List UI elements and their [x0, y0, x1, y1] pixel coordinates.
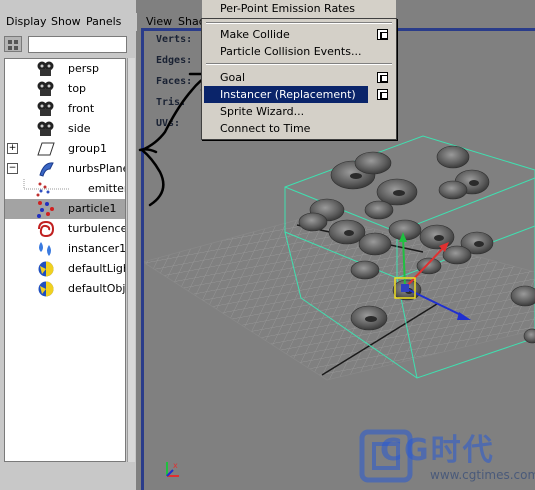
menu-item-sprite-wizard[interactable]: Sprite Wizard...: [204, 103, 368, 120]
menu-item-label: Sprite Wizard...: [220, 105, 305, 118]
menu-item-label: Make Collide: [220, 28, 290, 41]
option-box-icon[interactable]: [377, 29, 388, 40]
particles-dropdown-menu: Make Collide Particle Collision Events..…: [201, 18, 397, 140]
menu-item-label: Instancer (Replacement): [220, 88, 356, 101]
menu-item-label: Connect to Time: [220, 122, 311, 135]
menu-item-instancer-replacement[interactable]: Instancer (Replacement): [204, 86, 368, 103]
menu-item-label: Particle Collision Events...: [220, 45, 362, 58]
menu-separator: [206, 22, 392, 24]
watermark-text: CG时代: [380, 433, 495, 468]
watermark-url: www.cgtimes.com: [430, 468, 535, 482]
menu-item-goal[interactable]: Goal: [204, 69, 368, 86]
menu-top-item-strip: Per-Point Emission Rates: [201, 0, 397, 20]
menu-item-connect-to-time[interactable]: Connect to Time: [204, 120, 368, 137]
menu-item-particle-collision-events[interactable]: Particle Collision Events...: [204, 43, 368, 60]
menu-item-label: Goal: [220, 71, 246, 84]
menu-separator: [206, 63, 392, 65]
option-box-icon[interactable]: [377, 72, 388, 83]
menu-item-per-point-emission-rates[interactable]: Per-Point Emission Rates: [220, 2, 355, 15]
menu-item-make-collide[interactable]: Make Collide: [204, 26, 368, 43]
option-box-icon[interactable]: [377, 89, 388, 100]
